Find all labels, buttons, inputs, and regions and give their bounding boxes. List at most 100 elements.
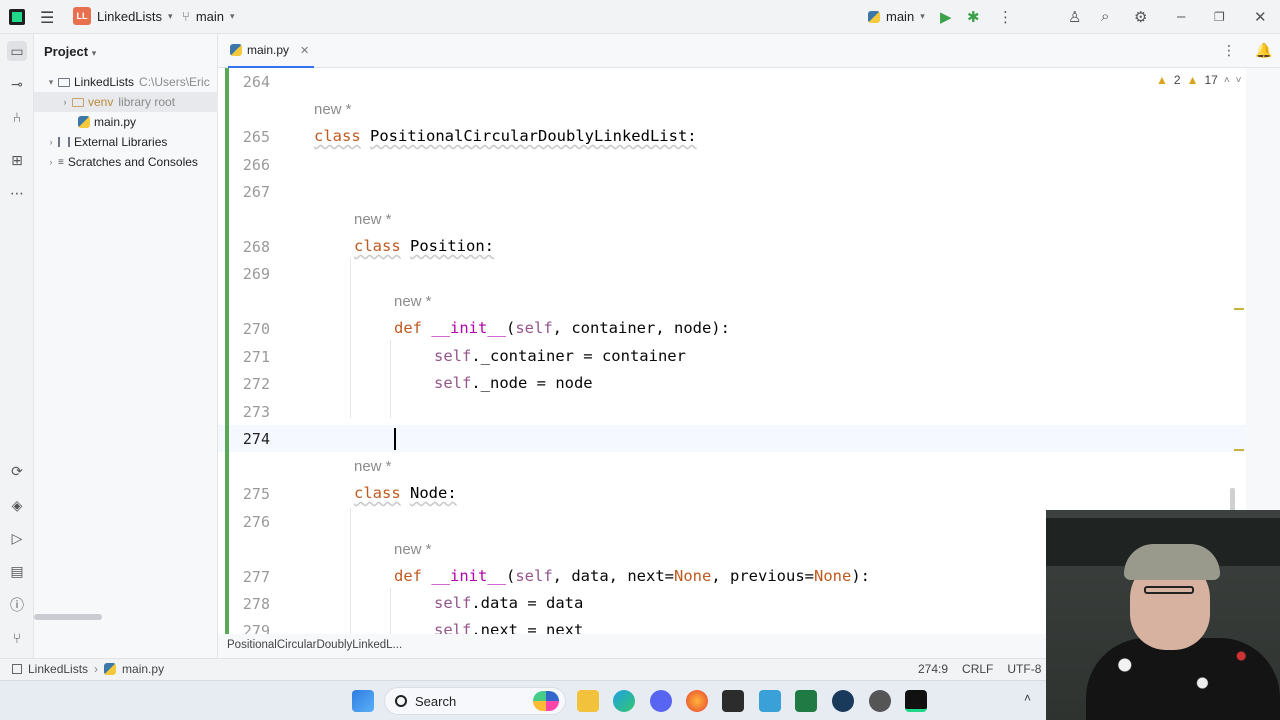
- tree-item-scratches[interactable]: › ≡ Scratches and Consoles: [34, 152, 218, 172]
- params: , container, node):: [552, 319, 730, 337]
- branch-icon: ⑂: [182, 9, 190, 24]
- chevron-down-icon: ▾: [168, 10, 173, 21]
- code-line-277: def __init__(self, data, next=None, prev…: [394, 567, 870, 585]
- project-panel-title[interactable]: Project ▾: [44, 44, 96, 59]
- git-icon[interactable]: ⑂: [7, 628, 27, 648]
- change-marker[interactable]: [1234, 449, 1244, 451]
- keyword-def: def: [394, 319, 422, 337]
- self-ref: self: [434, 594, 472, 612]
- layers-icon[interactable]: ◈: [7, 495, 27, 515]
- minimize-icon[interactable]: –: [1177, 8, 1185, 25]
- code-line-265: class PositionalCircularDoublyLinkedList…: [314, 127, 697, 145]
- tree-item-main-py[interactable]: main.py: [34, 112, 218, 132]
- notifications-icon[interactable]: 🔔: [1255, 42, 1272, 59]
- add-user-icon[interactable]: ♙: [1068, 8, 1081, 26]
- line-separator[interactable]: CRLF: [962, 662, 993, 676]
- terminal-app-icon[interactable]: [722, 690, 744, 712]
- code-vision-hint[interactable]: new *: [314, 101, 352, 118]
- status-breadcrumb[interactable]: LinkedLists › main.py: [12, 662, 164, 676]
- keyword-class: class: [314, 127, 361, 145]
- project-panel: Project ▾ ▾ LinkedLists C:\Users\Eric › …: [34, 34, 218, 658]
- weak-warning-icon: ▲: [1186, 73, 1199, 87]
- line-number: 272: [242, 375, 270, 393]
- chevron-right-icon[interactable]: ›: [58, 97, 72, 107]
- more-actions-icon[interactable]: ⋮: [998, 8, 1013, 26]
- run-config-selector[interactable]: main ▾: [868, 9, 925, 24]
- app-icon[interactable]: [869, 690, 891, 712]
- tree-item-hint: library root: [118, 95, 176, 109]
- chevron-down-icon: ▾: [920, 11, 925, 21]
- indent-guide: [390, 340, 391, 418]
- file-explorer-icon[interactable]: [577, 690, 599, 712]
- tree-item-label: LinkedLists: [74, 75, 135, 89]
- discord-icon[interactable]: [650, 690, 672, 712]
- branch-switcher[interactable]: ⑂ main ▾: [182, 9, 235, 24]
- search-icon[interactable]: ⌕: [1101, 8, 1109, 25]
- structure-icon[interactable]: ⊞: [7, 150, 27, 170]
- debug-icon[interactable]: ✱: [967, 8, 980, 26]
- breadcrumb-label: PositionalCircularDoublyLinkedL...: [227, 639, 403, 651]
- change-marker[interactable]: [1234, 308, 1244, 310]
- tab-options-icon[interactable]: ⋮: [1222, 42, 1236, 59]
- chevron-right-icon[interactable]: ›: [44, 157, 58, 167]
- pycharm-taskbar-icon[interactable]: [905, 690, 927, 712]
- line-number: 276: [242, 513, 270, 531]
- close-icon[interactable]: ✕: [1254, 8, 1267, 26]
- code-line-270: def __init__(self, container, node):: [394, 319, 730, 337]
- tree-item-label: Scratches and Consoles: [67, 155, 198, 169]
- punctuation: (: [506, 567, 516, 585]
- restore-icon[interactable]: ❐: [1214, 10, 1225, 24]
- project-folder-icon[interactable]: ▭: [7, 41, 27, 61]
- windows-start-icon[interactable]: [352, 690, 374, 712]
- copilot-icon[interactable]: [533, 691, 559, 711]
- services-icon[interactable]: ▷: [7, 528, 27, 548]
- more-tools-icon[interactable]: ⋯: [7, 183, 27, 203]
- keyword-class: class: [354, 484, 401, 502]
- tray-chevron-up-icon[interactable]: ˄: [1024, 691, 1031, 705]
- python-file-icon: [104, 663, 117, 675]
- code-vision-hint[interactable]: new *: [354, 211, 392, 228]
- gear-icon[interactable]: ⚙: [1134, 8, 1147, 26]
- tree-item-linkedlists[interactable]: ▾ LinkedLists C:\Users\Eric: [34, 72, 218, 92]
- project-switcher[interactable]: LL LinkedLists ▾: [73, 7, 173, 25]
- taskbar-search[interactable]: Search: [384, 687, 566, 715]
- steam-icon[interactable]: [832, 690, 854, 712]
- main-menu-icon[interactable]: ☰: [40, 8, 54, 28]
- line-number: 275: [242, 485, 270, 503]
- inspection-widget[interactable]: ▲ 2 ▲ 17 ˄ ˅: [1156, 73, 1242, 87]
- editor-tabs: main.py ✕ ⋮: [218, 34, 1280, 68]
- close-tab-icon[interactable]: ✕: [300, 44, 309, 57]
- tree-item-external-libraries[interactable]: › External Libraries: [34, 132, 218, 152]
- code-vision-hint[interactable]: new *: [354, 458, 392, 475]
- tab-main-py[interactable]: main.py ✕: [228, 34, 314, 68]
- tree-item-label: venv: [88, 95, 114, 109]
- warning-count: 2: [1173, 73, 1181, 87]
- warning-icon: ▲: [1156, 73, 1168, 87]
- file-encoding[interactable]: UTF-8: [1007, 662, 1041, 676]
- code-vision-hint[interactable]: new *: [394, 293, 432, 310]
- edge-icon[interactable]: [613, 690, 635, 712]
- pull-requests-icon[interactable]: ⑃: [7, 107, 27, 127]
- terminal-icon[interactable]: ▤: [7, 561, 27, 581]
- statement: .next = next: [471, 621, 584, 634]
- firefox-icon[interactable]: [686, 690, 708, 712]
- code-line-279: self.next = next: [434, 621, 583, 634]
- notepad-icon[interactable]: [759, 690, 781, 712]
- status-file[interactable]: main.py: [122, 662, 164, 676]
- chevron-right-icon[interactable]: ›: [44, 137, 58, 147]
- run-icon[interactable]: ▶: [940, 8, 952, 26]
- chevron-down-icon[interactable]: ▾: [44, 77, 58, 88]
- commit-icon[interactable]: ⊸: [7, 74, 27, 94]
- code-vision-hint[interactable]: new *: [394, 541, 432, 558]
- chevron-up-icon[interactable]: ˄: [1224, 75, 1230, 86]
- problems-icon[interactable]: ⓘ: [7, 595, 27, 615]
- tree-item-venv[interactable]: › venv library root: [34, 92, 218, 112]
- python-console-icon[interactable]: ⟳: [7, 461, 27, 481]
- project-scrollbar[interactable]: [34, 614, 102, 620]
- self-param: self: [515, 567, 553, 585]
- self-ref: self: [434, 621, 472, 634]
- caret-position[interactable]: 274:9: [918, 662, 948, 676]
- chevron-down-icon[interactable]: ˅: [1236, 75, 1242, 86]
- status-project[interactable]: LinkedLists: [28, 662, 88, 676]
- excel-icon[interactable]: [795, 690, 817, 712]
